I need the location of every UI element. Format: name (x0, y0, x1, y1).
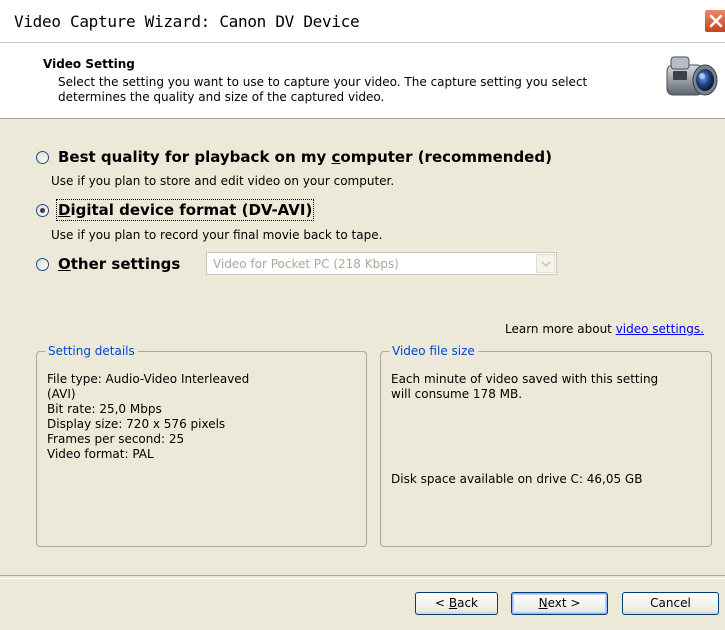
video-file-size-group: Video file size Each minute of video sav… (380, 344, 712, 547)
setting-details-legend: Setting details (45, 344, 138, 358)
option-best-quality-label[interactable]: Best quality for playback on my computer… (58, 148, 552, 166)
cancel-button[interactable]: Cancel (622, 592, 719, 615)
dropdown-button[interactable] (536, 254, 555, 273)
video-camera-icon (666, 56, 718, 96)
next-button[interactable]: Next > (511, 592, 608, 615)
radio-digital-device[interactable] (36, 204, 49, 217)
setting-details-body: File type: Audio-Video Interleaved (AVI)… (47, 372, 249, 462)
option-digital-device-label[interactable]: Digital device format (DV-AVI) (55, 199, 315, 221)
window-title: Video Capture Wizard: Canon DV Device (14, 12, 360, 31)
video-file-size-legend: Video file size (389, 344, 478, 358)
back-button[interactable]: < Back (415, 592, 498, 615)
video-settings-link[interactable]: video settings. (616, 322, 704, 336)
title-bar[interactable]: Video Capture Wizard: Canon DV Device (0, 0, 725, 43)
close-button[interactable] (704, 9, 725, 33)
radio-other-settings[interactable] (36, 258, 49, 271)
page-description: Select the setting you want to use to ca… (58, 75, 588, 104)
setting-details-group: Setting details File type: Audio-Video I… (36, 344, 367, 547)
wizard-window: Video Capture Wizard: Canon DV Device Vi… (0, 0, 725, 630)
detail-line: (AVI) (47, 387, 76, 401)
close-icon (709, 14, 723, 28)
option-other-settings-label[interactable]: Other settings (58, 255, 180, 273)
radio-selected-dot (40, 208, 45, 213)
detail-line: Video format: PAL (47, 447, 154, 461)
detail-line: Bit rate: 25,0 Mbps (47, 402, 162, 416)
detail-line: File type: Audio-Video Interleaved (47, 372, 250, 386)
footer-separator (0, 575, 725, 579)
page-title: Video Setting (43, 57, 135, 71)
learn-more-prefix: Learn more about (505, 322, 616, 336)
disk-space-text: Disk space available on drive C: 46,05 G… (391, 472, 643, 486)
option-best-quality-description: Use if you plan to store and edit video … (51, 174, 395, 188)
dropdown-value: Video for Pocket PC (218 Kbps) (213, 257, 399, 271)
detail-line: Frames per second: 25 (47, 432, 185, 446)
learn-more-text: Learn more about video settings. (505, 322, 704, 336)
other-settings-dropdown[interactable]: Video for Pocket PC (218 Kbps) (206, 252, 557, 275)
file-size-description: Each minute of video saved with this set… (391, 372, 659, 401)
detail-line: Display size: 720 x 576 pixels (47, 417, 226, 431)
radio-best-quality[interactable] (36, 151, 49, 164)
option-digital-device-description: Use if you plan to record your final mov… (51, 228, 383, 242)
chevron-down-icon (541, 261, 551, 267)
wizard-header: Video Setting Select the setting you wan… (0, 43, 725, 119)
